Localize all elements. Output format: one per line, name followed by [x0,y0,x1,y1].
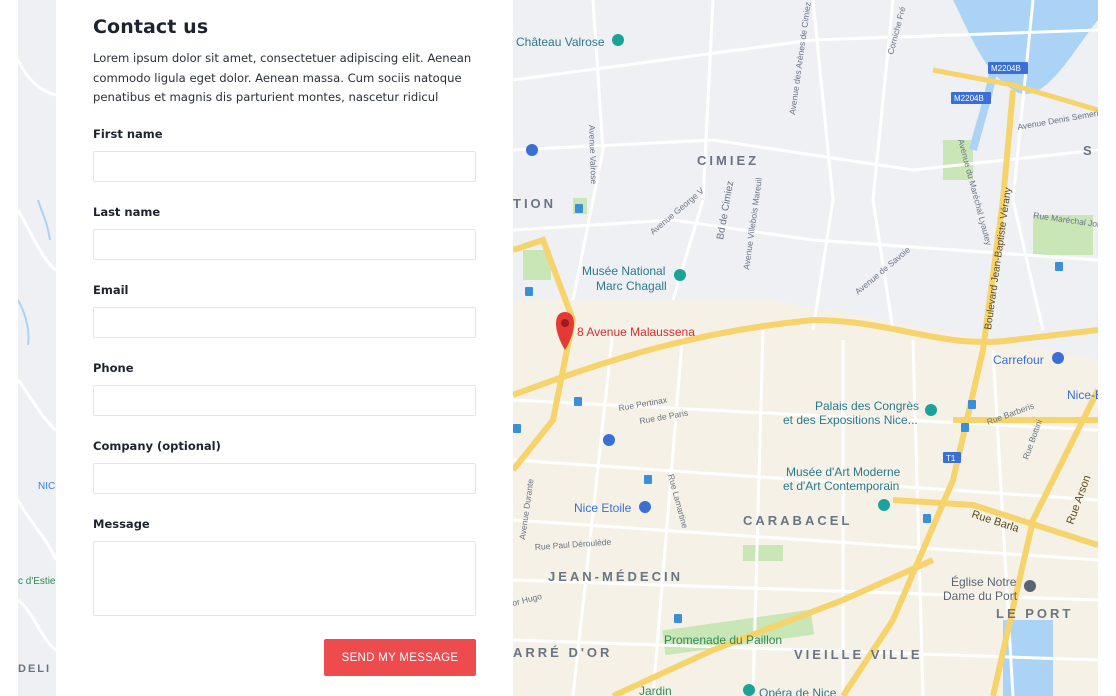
map-left-graphic: NIC c d'Estie DELI [18,0,56,696]
send-message-button[interactable]: SEND MY MESSAGE [324,639,476,676]
opera-label: Opéra de Nice [759,686,837,696]
t1-shield: T1 [946,454,956,463]
mamac-line2: et d'Art Contemporain [783,479,899,493]
vieille-ville-label: VIEILLE VILLE [794,647,923,662]
company-label: Company (optional) [93,439,221,453]
av-valrose-label: Avenue Valrose [587,125,599,185]
last-name-input[interactable] [93,229,476,260]
form-fields: First name Last name Email Phone Company… [93,0,476,696]
marker-address-label: 8 Avenue Malaussena [577,325,695,339]
mamac-line1: Musée d'Art Moderne [786,465,901,479]
nic-label: NIC [38,481,55,492]
message-textarea[interactable] [93,541,476,616]
map-graphic: CIMIEZ TION CARABACEL JEAN-MÉDECIN ARRÉ … [513,0,1098,696]
first-name-label: First name [93,127,163,141]
map-view[interactable]: CIMIEZ TION CARABACEL JEAN-MÉDECIN ARRÉ … [513,0,1098,696]
musee-chagall-line2: Marc Chagall [596,279,667,293]
musee-chagall-line1: Musée National [582,264,665,278]
jean-medecin-label: JEAN-MÉDECIN [548,569,683,584]
contact-panel: Contact us Lorem ipsum dolor sit amet, c… [56,0,513,696]
eglise-line1: Église Notre [951,574,1017,589]
estie-label: c d'Estie [18,576,56,587]
email-label: Email [93,283,129,297]
nice-etoile-label: Nice Etoile [574,501,632,515]
carrefour-label: Carrefour [993,353,1044,367]
le-port-label: LE PORT [996,606,1073,621]
deli-label: DELI [18,663,51,675]
cimiez-label: CIMIEZ [697,153,759,168]
first-name-input[interactable] [93,151,476,182]
phone-input[interactable] [93,385,476,416]
chateau-valrose-label: Château Valrose [516,35,605,49]
s-label: S [1083,143,1095,158]
last-name-label: Last name [93,205,161,219]
company-input[interactable] [93,463,476,494]
jardin-label: Jardin [639,684,672,696]
phone-label: Phone [93,361,134,375]
tion-label: TION [513,196,556,211]
m2204b-shield-b: M2204B [954,94,984,103]
m2204b-shield-a: M2204B [991,64,1021,73]
carabacel-label: CARABACEL [743,513,852,528]
map-left-strip[interactable]: NIC c d'Estie DELI [18,0,56,696]
palais-line2: et des Expositions Nice... [783,413,918,427]
arre-dor-label: ARRÉ D'OR [513,645,612,660]
nice-e-label: Nice-E [1067,388,1098,402]
message-label: Message [93,517,150,531]
eglise-line2: Dame du Port [943,589,1018,603]
promenade-label: Promenade du Paillon [664,633,782,647]
palais-line1: Palais des Congrès [815,399,919,413]
email-input[interactable] [93,307,476,338]
